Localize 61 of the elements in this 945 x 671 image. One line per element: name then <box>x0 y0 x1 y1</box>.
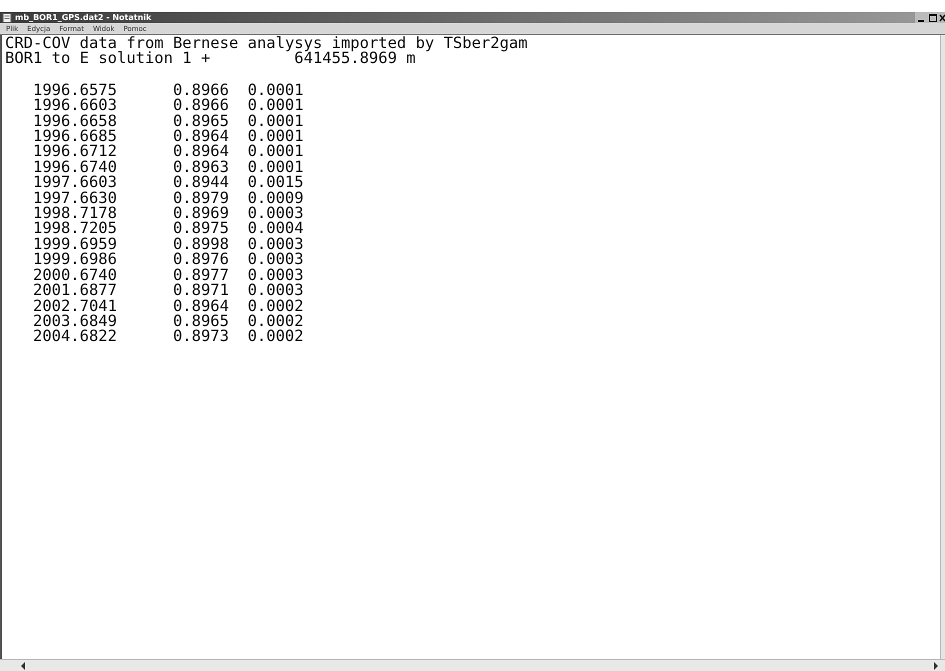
error-value: 0.0001 <box>248 114 304 130</box>
epoch-value: 2000.6740 <box>32 268 118 284</box>
epoch-value: 1996.6712 <box>32 144 118 160</box>
coordinate-value: 0.8973 <box>172 329 230 345</box>
epoch-value: 2003.6849 <box>32 314 118 330</box>
epoch-value: 1998.7178 <box>32 206 118 222</box>
epoch-value: 1996.6658 <box>32 114 118 130</box>
error-value: 0.0001 <box>248 160 304 176</box>
error-value: 0.0001 <box>248 82 304 98</box>
error-value: 0.0001 <box>248 98 304 114</box>
epoch-value: 1999.6959 <box>32 236 118 252</box>
text-line: 641455.8969 m <box>294 51 416 67</box>
error-value: 0.0003 <box>248 252 304 268</box>
coordinate-value: 0.8965 <box>172 114 230 130</box>
error-value: 0.0003 <box>248 268 304 284</box>
epoch-value: 1996.6685 <box>32 129 118 144</box>
epoch-value: 1996.6575 <box>32 82 118 98</box>
coordinate-value: 0.8969 <box>172 206 230 222</box>
coordinate-value: 0.8964 <box>172 144 230 160</box>
error-value: 0.0001 <box>248 144 304 160</box>
coordinate-value: 0.8977 <box>172 268 230 284</box>
error-value: 0.0001 <box>248 129 304 144</box>
coordinate-value: 0.8964 <box>172 129 230 144</box>
error-value: 0.0002 <box>248 314 304 330</box>
epoch-value: 2002.7041 <box>32 298 118 314</box>
epoch-value: 2001.6877 <box>32 283 118 298</box>
scrollbar[interactable] <box>0 659 945 671</box>
epoch-value: 1997.6630 <box>32 190 118 206</box>
coordinate-value: 0.8965 <box>172 314 230 330</box>
coordinate-value: 0.8998 <box>172 236 230 252</box>
coordinate-value: 0.8971 <box>172 283 230 298</box>
coordinate-value: 0.8979 <box>172 190 230 206</box>
epoch-value: 1998.7205 <box>32 221 118 237</box>
text-line: BOR1 to E solution 1 + <box>5 51 212 67</box>
close-icon[interactable] <box>939 12 945 22</box>
epoch-value: 1996.6603 <box>32 98 118 114</box>
right-arrow-icon[interactable] <box>933 662 939 670</box>
coordinate-value: 0.8944 <box>172 175 230 191</box>
text-line: CRD-COV data from Bernese analysys imported by TSber2gam <box>5 36 529 52</box>
left-arrow-icon[interactable] <box>20 662 26 670</box>
error-value: 0.0002 <box>248 329 304 345</box>
error-value: 0.0009 <box>248 190 304 206</box>
error-value: 0.0002 <box>248 298 304 314</box>
epoch-value: 2004.6822 <box>32 329 118 345</box>
coordinate-value: 0.8966 <box>172 82 230 98</box>
epoch-value: 1997.6603 <box>32 175 118 191</box>
window-title: mb_BOR1_GPS.dat2 - Notatnik <box>15 13 152 22</box>
coordinate-value: 0.8964 <box>172 298 230 314</box>
coordinate-value: 0.8966 <box>172 98 230 114</box>
coordinate-value: 0.8963 <box>172 160 230 176</box>
coordinate-value: 0.8975 <box>172 221 230 237</box>
error-value: 0.0003 <box>248 283 304 298</box>
coordinate-value: 0.8976 <box>172 252 230 268</box>
scrollbar[interactable] <box>940 35 945 659</box>
error-value: 0.0015 <box>248 175 304 191</box>
error-value: 0.0004 <box>248 221 304 237</box>
error-value: 0.0003 <box>248 206 304 222</box>
epoch-value: 1996.6740 <box>32 160 118 176</box>
epoch-value: 1999.6986 <box>32 252 118 268</box>
maximize-icon[interactable] <box>928 12 938 22</box>
error-value: 0.0003 <box>248 236 304 252</box>
